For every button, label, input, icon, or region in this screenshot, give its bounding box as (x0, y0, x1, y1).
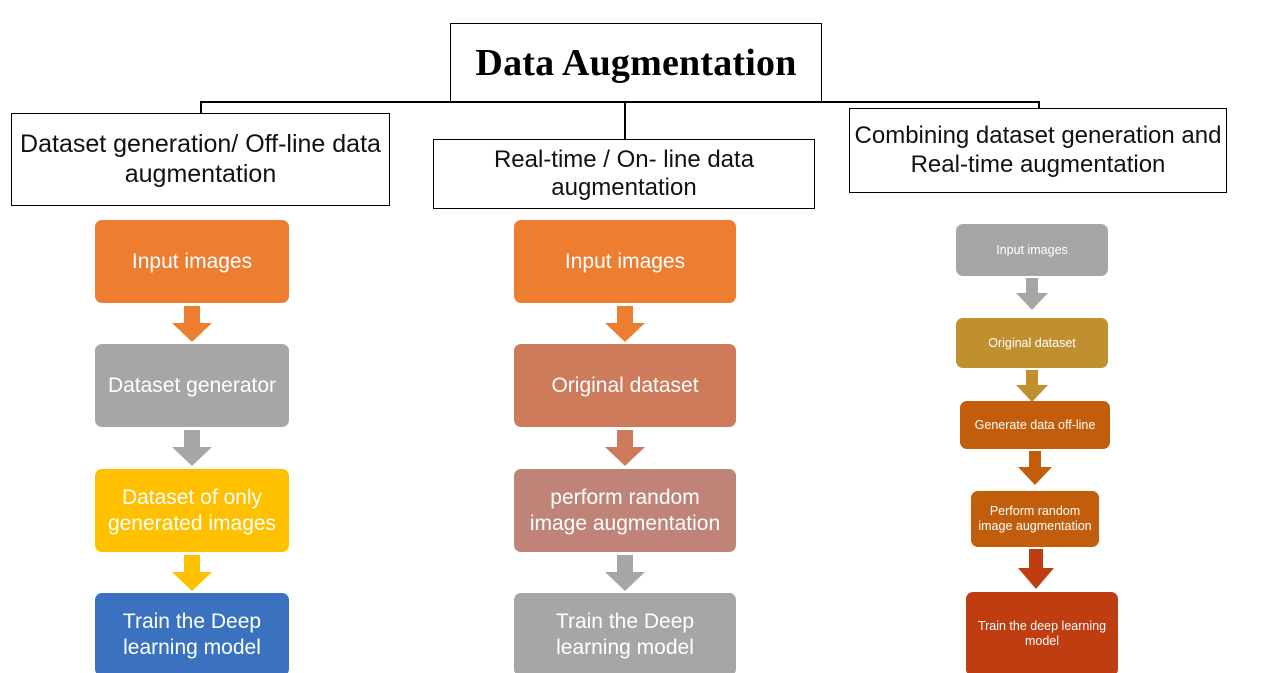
connector-vertical-middle (624, 101, 627, 139)
diagram-title: Data Augmentation (475, 41, 797, 84)
branch-header-online-label: Real-time / On- line data augmentation (493, 145, 755, 201)
arrow-offline-2 (172, 430, 212, 466)
node-label: perform random image augmentation (529, 486, 721, 535)
arrow-combined-3 (1018, 451, 1052, 485)
node-online-random-augmentation: perform random image augmentation (514, 469, 736, 552)
arrow-offline-1 (172, 306, 212, 342)
node-combined-generate-offline: Generate data off-line (960, 401, 1110, 449)
node-label: Train the deep learning model (977, 619, 1107, 648)
branch-header-online: Real-time / On- line data augmentation (433, 139, 815, 209)
arrow-online-1 (605, 306, 645, 342)
node-offline-input-images: Input images (95, 220, 289, 303)
node-combined-train-model: Train the deep learning model (966, 592, 1118, 673)
arrow-combined-2 (1016, 370, 1048, 402)
node-online-input-images: Input images (514, 220, 736, 303)
node-combined-original-dataset: Original dataset (956, 318, 1108, 368)
node-offline-generated-dataset: Dataset of only generated images (95, 469, 289, 552)
node-label: Generate data off-line (974, 417, 1096, 432)
branch-header-combined: Combining dataset generation and Real-ti… (849, 108, 1227, 193)
node-label: Input images (996, 242, 1068, 257)
node-label: Dataset generator (107, 373, 277, 397)
arrow-combined-4 (1018, 549, 1054, 589)
node-online-original-dataset: Original dataset (514, 344, 736, 427)
diagram-canvas: Data Augmentation Dataset generation/ Of… (0, 0, 1266, 673)
diagram-title-box: Data Augmentation (450, 23, 822, 102)
arrow-offline-3 (172, 555, 212, 591)
node-label: Input images (564, 249, 686, 273)
node-offline-dataset-generator: Dataset generator (95, 344, 289, 427)
branch-header-combined-label: Combining dataset generation and Real-ti… (854, 122, 1222, 178)
arrow-online-3 (605, 555, 645, 591)
node-label: Train the Deep learning model (122, 610, 262, 659)
arrow-combined-1 (1016, 278, 1048, 310)
node-online-train-model: Train the Deep learning model (514, 593, 736, 673)
branch-header-offline-label: Dataset generation/ Off-line data augmen… (20, 130, 381, 188)
node-label: Original dataset (988, 335, 1076, 350)
node-label: Train the Deep learning model (555, 610, 695, 659)
node-combined-input-images: Input images (956, 224, 1108, 276)
node-label: Perform random image augmentation (978, 504, 1092, 533)
branch-header-offline: Dataset generation/ Off-line data augmen… (11, 113, 390, 206)
node-label: Input images (131, 249, 253, 273)
arrow-online-2 (605, 430, 645, 466)
node-label: Original dataset (551, 373, 699, 397)
node-combined-random-augmentation: Perform random image augmentation (971, 491, 1099, 547)
node-offline-train-model: Train the Deep learning model (95, 593, 289, 673)
node-label: Dataset of only generated images (107, 486, 277, 535)
